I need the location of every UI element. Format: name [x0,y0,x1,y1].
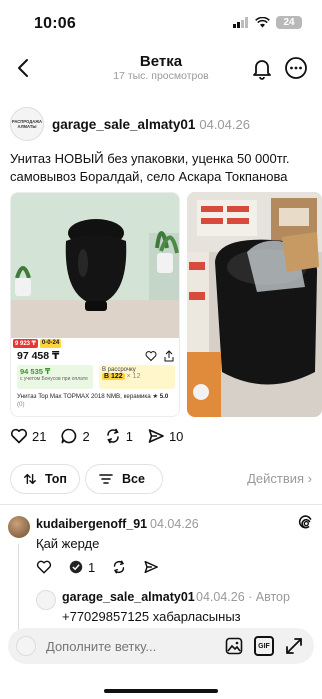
chevron-right-icon: › [307,471,312,486]
composer-avatar [16,636,36,656]
post-author[interactable]: garage_sale_almaty01 [52,117,195,132]
share-count: 10 [168,428,184,444]
sort-arrows-icon [24,473,36,485]
reply-input[interactable] [46,638,224,654]
ad-installment-months: × 12 [126,373,141,380]
comment-bubble-icon [61,428,77,444]
send-icon [144,560,159,574]
post-image-marketplace[interactable]: 9 923 ₸ 0-0-24 97 458 ₸ 94 535 ₸ с учето… [10,192,180,417]
post-text: Унитаз НОВЫЙ без упаковки, уценка 50 000… [10,151,290,184]
comment-like-button[interactable] [36,559,52,575]
activity-label: Действия [247,471,305,486]
packed-toilet-photo [187,192,322,417]
repost-button[interactable]: 1 [104,427,133,445]
thread-header: Ветка 17 тыс. просмотров [0,44,322,94]
avatar-logo-text: РАСПРОДАЖА АЛМАТЫ [11,119,43,129]
expand-icon[interactable] [284,636,304,656]
post-image-photo[interactable] [187,192,322,417]
ad-title-text: Унитаз Top Max TOPMAX 2018 NMB, керамика [17,393,151,400]
repost-count: 1 [125,428,133,444]
reply-date: 04.04.26 · Автор [196,590,290,604]
badge-red: 9 923 ₸ [13,339,38,348]
notifications-bell-icon[interactable] [250,56,274,80]
toilet-photo [11,193,179,338]
reply-item: garage_sale_almaty01 04.04.26 · Автор +7… [36,588,314,628]
signal-icon [233,17,248,28]
comment-reply-button[interactable]: 1 [68,559,95,575]
ad-installment-amount: В 122 [102,373,125,380]
replies-filter-row: Топ Все Действия › [10,464,312,494]
divider [0,504,322,505]
comment-share-button[interactable] [143,559,159,575]
heart-icon [36,560,52,574]
repost-icon [106,428,119,444]
ad-badges: 9 923 ₸ 0-0-24 [13,339,62,348]
comment-reply-count: 1 [88,559,96,575]
reply-text: +77029857125 хабарласыныз [62,609,241,624]
more-options-icon[interactable] [284,56,308,80]
filter-all-label: Все [122,472,145,486]
post-date: 04.04.26 [199,116,250,132]
comment-date: 04.04.26 [150,517,199,531]
status-icons: 24 [233,16,302,29]
comment-count: 2 [82,428,90,444]
image-attach-icon[interactable] [224,636,244,656]
sort-top-label: Топ [44,472,67,486]
gif-icon[interactable]: GIF [254,636,274,656]
send-icon [148,429,164,443]
ad-bonus-note: с учетом Бонусов при оплате [20,376,88,382]
ad-price: 97 458 ₸ [17,350,60,362]
ad-installment-box: В рассрочку В 122 × 12 [99,365,175,389]
reply-composer: GIF [8,628,314,664]
like-button[interactable]: 21 [10,427,46,445]
commenter-avatar[interactable] [8,516,30,538]
comment-button[interactable]: 2 [60,427,90,445]
reply-author-avatar[interactable] [36,590,56,610]
threads-logo-icon[interactable] [298,515,314,531]
comment-repost-button[interactable] [111,559,127,575]
black-toilet-illustration [11,193,179,338]
comment-text: Қай жерде [36,536,100,551]
ad-reviews: (0) [17,401,25,408]
author-avatar[interactable]: РАСПРОДАЖА АЛМАТЫ [10,107,44,141]
ad-heart-icon [145,351,157,362]
battery-indicator: 24 [276,16,302,29]
repost-icon [114,560,125,574]
reply-badge-icon [69,560,83,574]
like-count: 21 [32,428,47,444]
ad-bonus-value: 94 535 ₸ [20,367,51,376]
badge-installment: 0-0-24 [39,339,62,348]
sort-top-chip[interactable]: Топ [10,464,80,494]
wifi-icon [255,17,270,28]
filter-lines-icon [99,474,113,484]
ad-rating: ★ 5.0 [152,393,169,400]
ad-bonus-box: 94 535 ₸ с учетом Бонусов при оплате [17,365,93,389]
ad-installment-value: В 122 × 12 [102,373,172,380]
status-bar: 10:06 24 [0,0,322,44]
filter-all-chip[interactable]: Все [85,464,163,494]
ad-title: Унитаз Top Max TOPMAX 2018 NMB, керамика… [17,393,177,409]
post-header: РАСПРОДАЖА АЛМАТЫ garage_sale_almaty01 0… [10,104,312,144]
status-time: 10:06 [34,15,76,32]
ad-share-icon [164,350,174,362]
comment-actions: 1 [36,558,175,576]
share-button[interactable]: 10 [147,427,183,445]
activity-link[interactable]: Действия › [247,471,312,486]
post-actions: 21 2 1 10 [10,424,197,448]
heart-icon [10,428,28,444]
reply-author[interactable]: garage_sale_almaty01 [62,590,195,604]
home-indicator [104,689,218,693]
comment-author[interactable]: kudaibergenoff_91 [36,517,147,531]
